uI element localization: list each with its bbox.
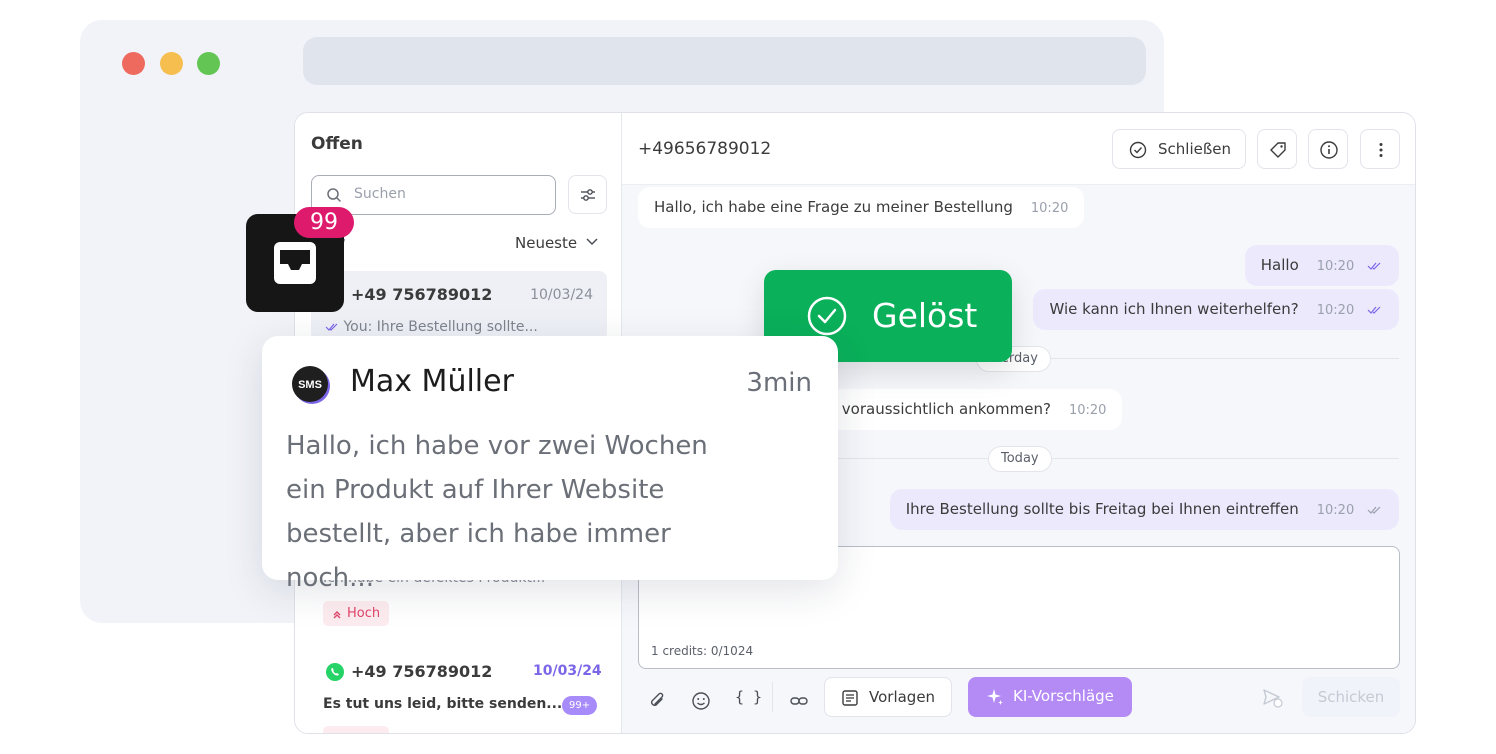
conversation-preview-text: You: Ihre Bestellung sollte...: [343, 319, 538, 335]
more-options-button[interactable]: [1360, 129, 1400, 169]
priority-badge: Hoch: [323, 601, 390, 626]
ai-suggestions-button[interactable]: KI-Vorschläge: [968, 677, 1132, 717]
whatsapp-icon: [326, 663, 344, 681]
message-text: Hallo: [1260, 256, 1299, 274]
inbox-tray-icon: [274, 242, 316, 284]
paperclip-icon[interactable]: [648, 691, 668, 711]
window-close-dot[interactable]: [122, 52, 145, 75]
message-text: Ihre Bestellung sollte bis Freitag bei I…: [905, 500, 1299, 518]
templates-label: Vorlagen: [869, 688, 936, 706]
window-minimize-dot[interactable]: [160, 52, 183, 75]
priority-label: Hoch: [347, 606, 381, 621]
message-outgoing: Ihre Bestellung sollte bis Freitag bei I…: [889, 489, 1399, 530]
chevron-down-icon[interactable]: [585, 237, 599, 247]
check-circle-icon: [1129, 141, 1147, 159]
send-button[interactable]: Schicken: [1302, 677, 1400, 717]
message-time: 10:20: [1068, 403, 1107, 418]
credits-counter: 1 credits: 0/1024: [651, 644, 754, 658]
variables-button[interactable]: { }: [735, 688, 762, 706]
double-check-icon: [1367, 306, 1381, 314]
sms-notification-card[interactable]: SMS Max Müller 3min Hallo, ich habe vor …: [262, 336, 838, 593]
address-bar[interactable]: [303, 37, 1146, 85]
conversation-preview-3: Es tut uns leid, bitte senden...: [323, 696, 563, 712]
double-check-icon: [325, 323, 338, 331]
tag-button[interactable]: [1257, 129, 1297, 169]
unread-count-badge: 99+: [562, 696, 598, 715]
sidebar-title: Offen: [311, 134, 363, 154]
templates-button[interactable]: Vorlagen: [824, 677, 952, 717]
double-check-icon: [1367, 506, 1381, 514]
schedule-send-icon[interactable]: [1262, 688, 1284, 708]
filter-button[interactable]: [568, 175, 607, 214]
day-label-today: Today: [988, 446, 1052, 472]
chat-header: +49656789012 Schließen: [622, 113, 1415, 185]
more-vertical-icon: [1379, 143, 1383, 157]
message-text: Wie kann ich Ihnen weiterhelfen?: [1049, 300, 1299, 318]
sliders-icon: [581, 189, 595, 201]
sparkle-icon: [987, 689, 1003, 705]
info-icon: [1320, 141, 1338, 159]
message-time: 10:20: [1316, 259, 1355, 274]
message-time: 10:20: [1030, 201, 1069, 216]
message-incoming: Hallo, ich habe eine Frage zu meiner Bes…: [638, 187, 1085, 228]
notification-time: 3min: [746, 368, 812, 398]
message-outgoing: Hallo 10:20: [1244, 245, 1399, 286]
message-time: 10:20: [1316, 303, 1355, 318]
window-maximize-dot[interactable]: [197, 52, 220, 75]
message-incoming: ng voraussichtlich ankommen? 10:20: [802, 389, 1123, 430]
notification-sender: Max Müller: [350, 364, 514, 399]
inbox-count-badge: 99: [294, 207, 354, 238]
toolbar-separator: [772, 682, 773, 712]
search-placeholder: Suchen: [354, 186, 406, 202]
conversation-item-active[interactable]: +49 756789012 10/03/24 You: Ihre Bestell…: [311, 271, 607, 341]
template-icon: [842, 690, 858, 706]
priority-badge-partial: [323, 726, 389, 733]
emoji-icon[interactable]: [691, 691, 711, 711]
search-input[interactable]: Suchen: [311, 175, 556, 215]
conversation-phone: +49 756789012: [351, 285, 493, 304]
notification-message: Hallo, ich habe vor zwei Wochen ein Prod…: [286, 431, 708, 593]
check-circle-icon: [807, 296, 847, 336]
conversation-preview: You: Ihre Bestellung sollte...: [325, 319, 538, 335]
message-outgoing: Wie kann ich Ihnen weiterhelfen? 10:20: [1033, 289, 1399, 330]
info-button[interactable]: [1308, 129, 1348, 169]
conversation-phone-3[interactable]: +49 756789012: [351, 662, 492, 681]
message-text: Hallo, ich habe eine Frage zu meiner Bes…: [654, 198, 1013, 216]
sms-channel-icon: SMS: [292, 366, 330, 404]
search-icon: [327, 188, 341, 202]
resolved-label: Gelöst: [872, 296, 978, 335]
sort-dropdown[interactable]: Neueste: [515, 234, 577, 252]
double-check-icon: [1367, 262, 1381, 270]
close-conversation-label: Schließen: [1158, 140, 1232, 158]
link-icon[interactable]: [789, 691, 809, 711]
conversation-date-3: 10/03/24: [533, 663, 602, 679]
priority-up-icon: [333, 611, 341, 619]
tag-icon: [1270, 142, 1286, 158]
message-time: 10:20: [1316, 503, 1355, 518]
close-conversation-button[interactable]: Schließen: [1112, 129, 1246, 169]
svg-text:SMS: SMS: [298, 379, 322, 391]
message-text: ng voraussichtlich ankommen?: [818, 400, 1051, 418]
ai-suggestions-label: KI-Vorschläge: [1013, 687, 1114, 705]
chat-contact-phone: +49656789012: [638, 139, 772, 159]
conversation-date: 10/03/24: [530, 287, 593, 303]
